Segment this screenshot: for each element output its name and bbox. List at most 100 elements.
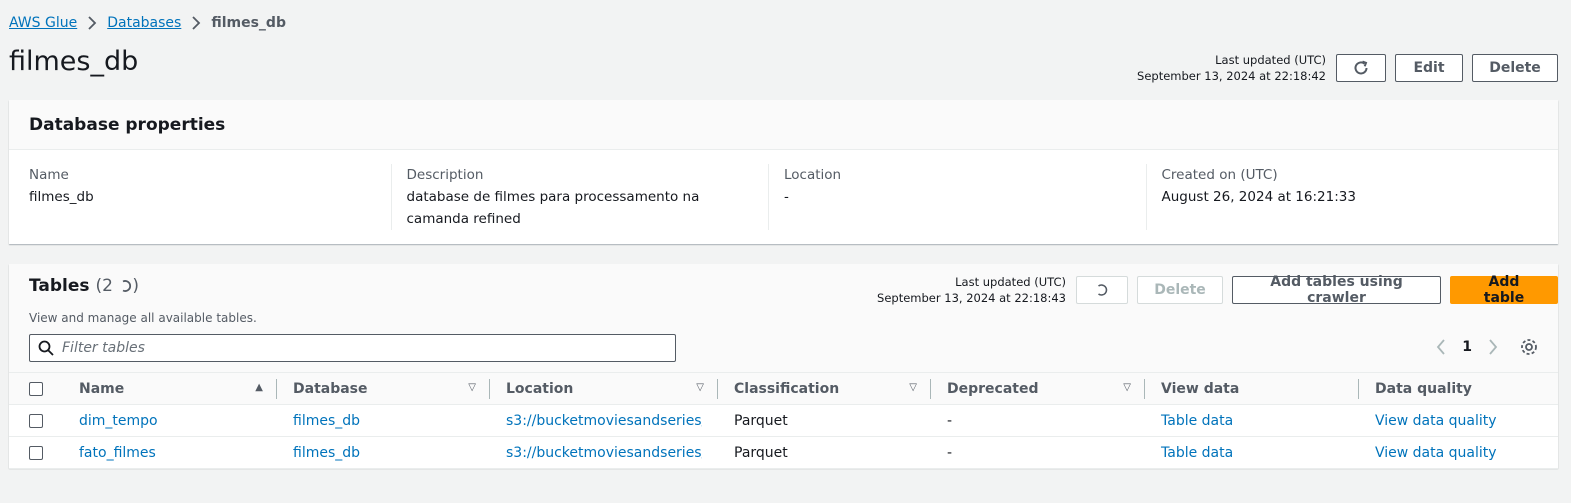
property-location-label: Location — [784, 167, 842, 183]
property-created-label: Created on (UTC) — [1161, 167, 1278, 183]
sort-icon: ▽ — [909, 382, 917, 393]
tables-table: Name ▲ Database ▽ Location ▽ Classification… — [9, 372, 1558, 469]
filter-tables-field[interactable] — [29, 334, 676, 362]
property-location: Location - — [784, 164, 1147, 230]
last-updated-time: September 13, 2024 at 22:18:42 — [1137, 69, 1326, 83]
database-link[interactable]: filmes_db — [277, 436, 490, 469]
tables-last-updated-time: September 13, 2024 at 22:18:43 — [877, 291, 1066, 305]
view-data-quality-link[interactable]: View data quality — [1359, 436, 1558, 469]
sort-icon: ▽ — [1123, 382, 1131, 393]
tables-panel: Tables (2 ) View and manage all availabl… — [9, 264, 1558, 469]
table-name-link[interactable]: fato_filmes — [63, 436, 277, 469]
table-data-link[interactable]: Table data — [1145, 436, 1359, 469]
database-link[interactable]: filmes_db — [277, 404, 490, 437]
property-created-value: August 26, 2024 at 16:21:33 — [1161, 189, 1356, 205]
edit-button[interactable]: Edit — [1395, 54, 1463, 82]
properties-heading: Database properties — [9, 100, 1558, 150]
column-header-classification[interactable]: Classification ▽ — [718, 372, 931, 405]
sort-icon: ▽ — [468, 382, 476, 393]
last-updated: Last updated (UTC) September 13, 2024 at… — [1137, 52, 1326, 84]
tables-delete-button[interactable]: Delete — [1137, 276, 1223, 304]
property-description-label: Description — [406, 167, 484, 183]
delete-button[interactable]: Delete — [1472, 54, 1558, 82]
chevron-right-icon — [87, 16, 97, 30]
property-name-label: Name — [29, 167, 69, 183]
column-deprecated-label: Deprecated — [947, 380, 1039, 397]
column-name-label: Name — [79, 380, 125, 397]
select-all-checkbox[interactable] — [29, 381, 43, 396]
classification-cell: Parquet — [718, 404, 931, 437]
breadcrumb-databases[interactable]: Databases — [107, 15, 181, 31]
tables-header: Tables (2 ) View and manage all availabl… — [9, 264, 1558, 372]
page-number[interactable]: 1 — [1462, 339, 1472, 355]
view-data-quality-link[interactable]: View data quality — [1359, 404, 1558, 437]
chevron-right-icon — [191, 16, 201, 30]
loading-icon — [120, 279, 132, 293]
column-data-quality-label: Data quality — [1375, 380, 1472, 397]
settings-icon[interactable] — [1520, 338, 1538, 356]
location-link[interactable]: s3://bucketmoviesandseries/Re — [490, 436, 718, 469]
tables-count-close: ) — [132, 276, 139, 296]
column-header-name[interactable]: Name ▲ — [63, 372, 277, 405]
table-data-link[interactable]: Table data — [1145, 404, 1359, 437]
chevron-left-icon[interactable] — [1436, 339, 1446, 355]
page-title: filmes_db — [9, 46, 139, 77]
select-all-cell — [9, 372, 63, 405]
property-description-value: database de filmes para processamento na… — [406, 189, 700, 227]
chevron-right-icon[interactable] — [1488, 339, 1498, 355]
column-header-location[interactable]: Location ▽ — [490, 372, 718, 405]
property-created: Created on (UTC) August 26, 2024 at 16:2… — [1162, 164, 1524, 230]
column-header-deprecated[interactable]: Deprecated ▽ — [931, 372, 1145, 405]
refresh-icon — [1352, 59, 1370, 77]
pagination: 1 — [1436, 338, 1538, 356]
tables-count-value: (2 — [95, 276, 113, 296]
column-classification-label: Classification — [734, 380, 840, 397]
add-table-button[interactable]: Add table — [1450, 274, 1558, 306]
table-name-link[interactable]: dim_tempo — [63, 404, 277, 437]
table-row: fato_filmes filmes_db s3://bucketmoviesa… — [9, 436, 1558, 469]
loading-icon — [1095, 283, 1109, 297]
row-checkbox[interactable] — [29, 445, 43, 460]
database-properties-panel: Database properties Name filmes_db Descr… — [9, 100, 1558, 244]
tables-actions: Last updated (UTC) September 13, 2024 at… — [877, 274, 1558, 306]
breadcrumb-current: filmes_db — [211, 15, 286, 31]
column-header-view-data: View data — [1145, 372, 1359, 405]
row-select-cell — [9, 436, 63, 469]
tables-refresh-button[interactable] — [1076, 276, 1128, 304]
filter-tables-input[interactable] — [62, 340, 662, 356]
breadcrumb: AWS Glue Databases filmes_db — [9, 15, 286, 31]
breadcrumb-aws-glue[interactable]: AWS Glue — [9, 15, 77, 31]
table-header-row: Name ▲ Database ▽ Location ▽ Classification… — [9, 372, 1558, 405]
tables-heading: Tables — [29, 276, 90, 296]
table-row: dim_tempo filmes_db s3://bucketmoviesand… — [9, 404, 1558, 437]
location-text: s3://bucketmoviesandseries/Re — [506, 412, 702, 429]
search-icon — [38, 340, 54, 356]
sort-asc-icon: ▲ — [255, 382, 263, 393]
row-checkbox[interactable] — [29, 413, 43, 428]
classification-cell: Parquet — [718, 436, 931, 469]
location-text: s3://bucketmoviesandseries/Re — [506, 444, 702, 461]
column-header-database[interactable]: Database ▽ — [277, 372, 490, 405]
tables-count: (2 ) — [95, 276, 139, 296]
property-name: Name filmes_db — [29, 164, 392, 230]
tables-title: Tables (2 ) — [29, 276, 139, 296]
location-link[interactable]: s3://bucketmoviesandseries/Re — [490, 404, 718, 437]
header-actions: Last updated (UTC) September 13, 2024 at… — [1137, 52, 1558, 84]
deprecated-cell: - — [931, 436, 1145, 469]
tables-description: View and manage all available tables. — [29, 311, 257, 325]
property-location-value: - — [784, 189, 789, 205]
column-header-data-quality: Data quality — [1359, 372, 1558, 405]
add-tables-crawler-button[interactable]: Add tables using crawler — [1232, 274, 1441, 306]
column-view-data-label: View data — [1161, 380, 1240, 397]
refresh-button[interactable] — [1336, 54, 1386, 82]
row-select-cell — [9, 404, 63, 437]
property-name-value: filmes_db — [29, 189, 94, 205]
column-location-label: Location — [506, 380, 574, 397]
deprecated-cell: - — [931, 404, 1145, 437]
last-updated-label: Last updated (UTC) — [1215, 53, 1326, 67]
tables-last-updated-label: Last updated (UTC) — [955, 275, 1066, 289]
sort-icon: ▽ — [696, 382, 704, 393]
property-description: Description database de filmes para proc… — [406, 164, 769, 230]
column-database-label: Database — [293, 380, 368, 397]
properties-grid: Name filmes_db Description database de f… — [9, 150, 1558, 244]
